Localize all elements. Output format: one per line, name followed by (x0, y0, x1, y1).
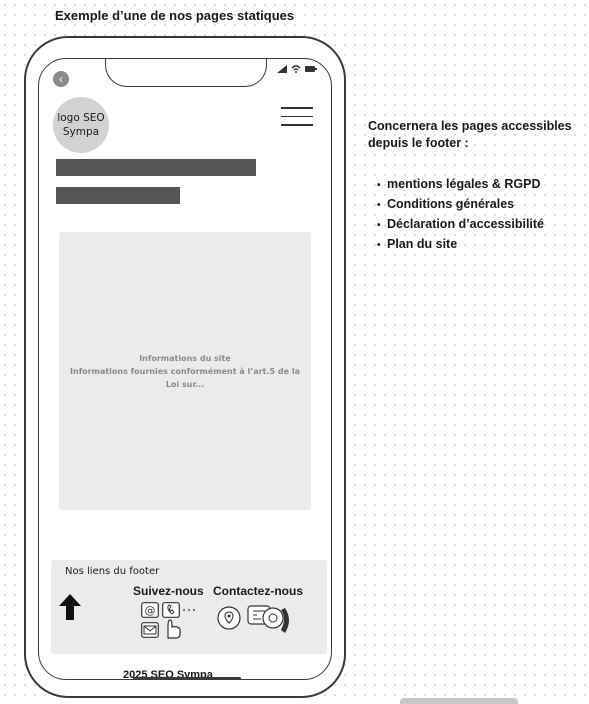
hand-pointer-icon (167, 619, 181, 639)
logo-line-2: Sympa (62, 126, 100, 138)
title-placeholder-bar (56, 159, 256, 176)
follow-label: Suivez-nous (133, 584, 204, 598)
svg-text:@: @ (145, 604, 156, 617)
footer: Nos liens du footer Suivez-nous Contacte… (51, 560, 327, 654)
arrow-up-icon[interactable] (59, 594, 81, 620)
footer-title: Nos liens du footer (65, 566, 160, 577)
annotation-item: Conditions générales (368, 195, 544, 215)
battery-icon (305, 66, 317, 72)
at-sign-icon[interactable]: @ (141, 602, 159, 618)
content-title: Informations du site (139, 353, 231, 363)
content-body: Informations fournies conformément à l’a… (70, 366, 300, 389)
home-indicator (133, 677, 241, 679)
phone-screen: ‹ logo SEO Sympa Informations du site In… (38, 58, 332, 680)
wifi-icon (291, 65, 301, 73)
annotation-item: Plan du site (368, 235, 544, 255)
more-dots-icon[interactable] (182, 608, 196, 612)
status-bar (277, 65, 317, 73)
contact-chat-phone-icon[interactable] (247, 602, 293, 636)
signal-icon (277, 65, 287, 73)
location-pin-icon[interactable] (217, 606, 241, 630)
page-title: Exemple d’une de nos pages statiques (55, 8, 295, 23)
hamburger-menu-icon[interactable] (281, 107, 313, 129)
mail-icon[interactable] (141, 622, 159, 638)
logo[interactable]: logo SEO Sympa (53, 97, 109, 153)
logo-line-1: logo SEO (57, 112, 105, 124)
annotation-item: Déclaration d’accessibilité (368, 215, 544, 235)
subtitle-placeholder-bar (56, 187, 180, 204)
content-area: Informations du site Informations fourni… (59, 232, 311, 510)
annotation-list: mentions légales & RGPD Conditions génér… (368, 175, 544, 255)
contact-label: Contactez-nous (213, 584, 303, 598)
annotation-item: mentions légales & RGPD (368, 175, 544, 195)
phone-notch (105, 59, 267, 87)
chevron-left-icon: ‹ (59, 72, 63, 86)
phone-mockup: ‹ logo SEO Sympa Informations du site In… (24, 36, 346, 698)
scroll-hint-bar (400, 698, 518, 704)
back-button[interactable]: ‹ (53, 71, 69, 87)
annotation-heading: Concernera les pages accessibles depuis … (368, 119, 572, 150)
